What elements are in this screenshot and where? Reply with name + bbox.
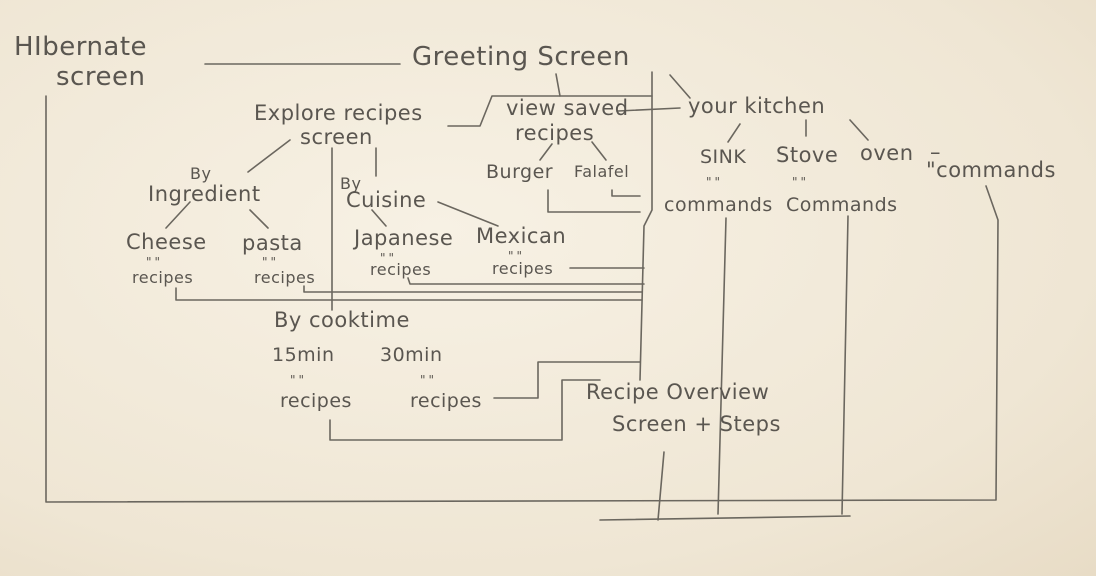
sink-label: SINK [700, 146, 747, 168]
ditto-stove: "" [792, 175, 810, 189]
falafel-label: Falafel [574, 162, 630, 181]
stove-label: Stove [776, 143, 839, 167]
15min-label: 15min [272, 344, 335, 366]
line-kitchen-sink [727, 123, 741, 143]
line-cheese-spine [175, 287, 643, 301]
mexican-label: Mexican [476, 224, 567, 248]
ditto-30min: "" [420, 373, 438, 387]
by-ingredient-small-label: By [190, 164, 212, 183]
ingredient-label: Ingredient [148, 182, 261, 206]
japanese-label: Japanese [354, 226, 454, 250]
line-stove-commands-drop [841, 215, 849, 515]
line-bottom-rail [599, 515, 851, 521]
line-explore-ingredient [247, 139, 291, 173]
burger-label: Burger [486, 161, 554, 183]
sketch-paper: HIbernate screen Greeting Screen Explore… [0, 0, 1096, 576]
view-saved-label-1: view saved [506, 96, 629, 120]
line-burger-spine [547, 189, 641, 213]
line-greeting-saved [555, 73, 561, 97]
commands-right-label: "commands [926, 158, 1056, 182]
line-cuisine-japanese [371, 209, 387, 227]
30min-label: 30min [380, 344, 443, 366]
line-kitchen-oven [849, 119, 869, 141]
line-saved-burger [539, 143, 553, 161]
hibernate-label-2: screen [56, 62, 146, 92]
mexican-recipes-label: recipes [492, 259, 554, 278]
line-falafel-spine [611, 189, 641, 197]
explore-recipes-label-2: screen [300, 125, 373, 149]
your-kitchen-label: your kitchen [688, 94, 826, 118]
recipe-overview-label-1: Recipe Overview [586, 380, 770, 404]
line-pasta-spine [303, 285, 643, 293]
line-sink-commands-drop [717, 217, 727, 515]
line-saved-falafel [591, 141, 607, 161]
cheese-recipes-label: recipes [132, 268, 194, 287]
ditto-pasta: "" [262, 255, 280, 269]
pasta-recipes-label: recipes [254, 268, 316, 287]
cuisine-label: Cuisine [346, 188, 427, 212]
recipe-overview-label-2: Screen + Steps [612, 412, 781, 436]
line-ingredient-pasta [249, 209, 269, 229]
pasta-label: pasta [242, 231, 303, 255]
ditto-cheese: "" [146, 255, 164, 269]
cheese-label: Cheese [126, 230, 207, 254]
greeting-screen-label: Greeting Screen [412, 42, 630, 72]
line-greeting-kitchen [669, 74, 691, 99]
line-overview-drop [657, 451, 665, 521]
ditto-sink: "" [706, 175, 724, 189]
stove-commands-label: Commands [786, 194, 898, 216]
line-hibernate-loop [45, 95, 999, 503]
explore-recipes-label-1: Explore recipes [254, 101, 423, 125]
by-cooktime-label: By cooktime [274, 308, 410, 332]
line-cuisine-mexican [437, 201, 499, 227]
line-japanese-spine [407, 277, 645, 285]
line-spine [639, 71, 653, 381]
oven-label: oven [860, 141, 914, 165]
view-saved-label-2: recipes [515, 121, 595, 145]
japanese-recipes-label: recipes [370, 260, 432, 279]
hibernate-label-1: HIbernate [14, 32, 148, 62]
ditto-15min: "" [290, 373, 308, 387]
15min-recipes-label: recipes [280, 390, 352, 412]
30min-recipes-label: recipes [410, 390, 482, 412]
sink-commands-label: commands [664, 194, 773, 216]
connector-lines [45, 63, 999, 521]
